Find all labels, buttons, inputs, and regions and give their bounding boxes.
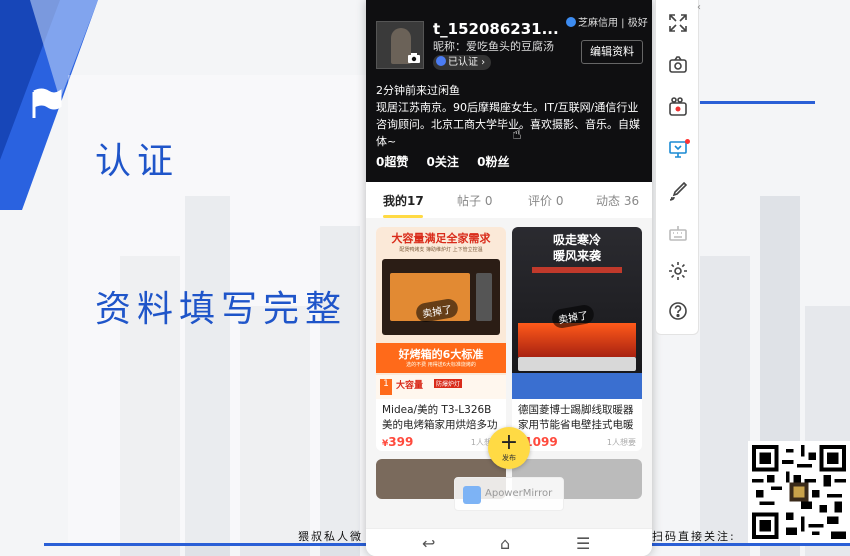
divider — [700, 101, 815, 104]
product-feed: 大容量满足全家需求 配煲鸭烤支 簿助维炉灯 上下管立控温 卖掉了 好烤箱的6大标… — [366, 218, 652, 556]
apowermirror-logo — [463, 486, 481, 504]
banner-text: 暖风来袭 — [552, 249, 601, 263]
android-nav-bar: ↩ ⌂ ☰ — [366, 528, 652, 556]
tab-posts[interactable]: 帖子 0 — [457, 192, 492, 209]
banner-subtext: 配煲鸭烤支 簿助维炉灯 上下管立控温 — [399, 247, 483, 253]
want-count: 1人想要 — [606, 438, 636, 447]
brush-icon[interactable] — [665, 180, 691, 206]
slide-footer-text: 扫码直接关注: — [652, 530, 736, 543]
feature-text: 大容量 — [396, 381, 424, 391]
slide-heading: 认证 — [95, 141, 180, 182]
product-image: 吸走寒冷 暖风来袭 卖掉了 — [512, 227, 642, 399]
plus-icon: + — [499, 430, 519, 455]
hand-cursor-icon: ☝ — [512, 124, 522, 143]
collapse-toolbar-icon[interactable]: ‹ — [697, 2, 701, 13]
oven-image — [382, 259, 500, 335]
apowermirror-watermark: ApowerMirror — [454, 477, 564, 511]
username: t_152086231... — [433, 20, 559, 38]
product-card[interactable]: 大容量满足全家需求 配煲鸭烤支 簿助维炉灯 上下管立控温 卖掉了 好烤箱的6大标… — [376, 227, 506, 451]
slide-footer-text: 猥叔私人微 — [298, 530, 363, 543]
record-icon[interactable] — [665, 96, 691, 122]
back-icon[interactable]: ↩ — [422, 534, 435, 553]
tab-reviews[interactable]: 评价 0 — [528, 192, 563, 209]
product-title: Midea/美的 T3-L326B美的电烤箱家用烘焙多功能 — [382, 404, 498, 431]
phone-screen: t_152086231... 芝麻信用 | 极好 昵称：爱吃鱼头的豆腐汤 已认证… — [366, 0, 652, 556]
qr-code — [748, 441, 850, 543]
product-title: 德国菱博士踢脚线取暖器家用节能省电壁挂式电暖 — [518, 404, 634, 431]
city-silhouette — [700, 256, 750, 556]
followers-count[interactable]: 0粉丝 — [477, 155, 509, 169]
screenshot-icon[interactable] — [665, 54, 691, 80]
profile-tabs: 我的17 帖子 0 评价 0 动态 36 — [366, 182, 652, 218]
banner-text: 好烤箱的6大标准 — [376, 343, 506, 373]
home-icon[interactable]: ⌂ — [500, 534, 510, 553]
profile-bio: 现居江苏南京。90后摩羯座女生。IT/互联网/通信行业咨询顾问。北京工商大学毕业… — [376, 101, 640, 148]
banner-subtext: 选的不费 用得送6大标准烧烤的 — [406, 362, 476, 368]
sesame-icon — [566, 17, 576, 27]
publish-button[interactable]: + 发布 — [488, 427, 530, 469]
profile-stats: 0超赞 0关注 0粉丝 — [376, 153, 523, 170]
mirror-toolbar — [655, 0, 699, 335]
sesame-credit-badge[interactable]: 芝麻信用 | 极好 — [566, 14, 648, 29]
following-count[interactable]: 0关注 — [427, 155, 459, 169]
product-card[interactable]: 吸走寒冷 暖风来袭 卖掉了 德国菱博士踢脚线取暖器家用节能省电壁挂式电暖 ¥10… — [512, 227, 642, 451]
nickname: 昵称：爱吃鱼头的豆腐汤 — [433, 40, 554, 53]
banner-text: 吸走寒冷 — [552, 233, 601, 247]
likes-count[interactable]: 0超赞 — [376, 155, 408, 169]
help-icon[interactable] — [665, 300, 691, 326]
notification-dot — [685, 139, 690, 144]
product-image: 大容量满足全家需求 配煲鸭烤支 簿助维炉灯 上下管立控温 卖掉了 好烤箱的6大标… — [376, 227, 506, 399]
edit-profile-button[interactable]: 编辑资料 — [581, 40, 643, 64]
product-price: ¥399 1人想要 — [382, 435, 500, 449]
verified-badge[interactable]: 已认证 › — [433, 55, 492, 70]
tab-activity[interactable]: 动态 36 — [596, 192, 639, 209]
keyboard-icon[interactable] — [665, 222, 691, 248]
camera-icon[interactable] — [406, 52, 422, 66]
menu-icon[interactable]: ☰ — [576, 534, 590, 553]
profile-header: t_152086231... 芝麻信用 | 极好 昵称：爱吃鱼头的豆腐汤 已认证… — [366, 0, 652, 182]
verified-icon — [436, 56, 446, 66]
slide-heading: 资料填写完整 — [95, 289, 348, 330]
last-seen-text: 2分钟前来过闲鱼 — [376, 84, 460, 97]
heater-glow — [518, 323, 636, 357]
tab-mine[interactable]: 我的17 — [383, 192, 424, 209]
product-price: ¥10991人想要 — [518, 435, 636, 449]
feature-tag: 防爆炉灯 — [434, 379, 463, 388]
heater-image — [518, 357, 636, 371]
settings-icon[interactable] — [665, 260, 691, 286]
fullscreen-icon[interactable] — [665, 12, 691, 38]
